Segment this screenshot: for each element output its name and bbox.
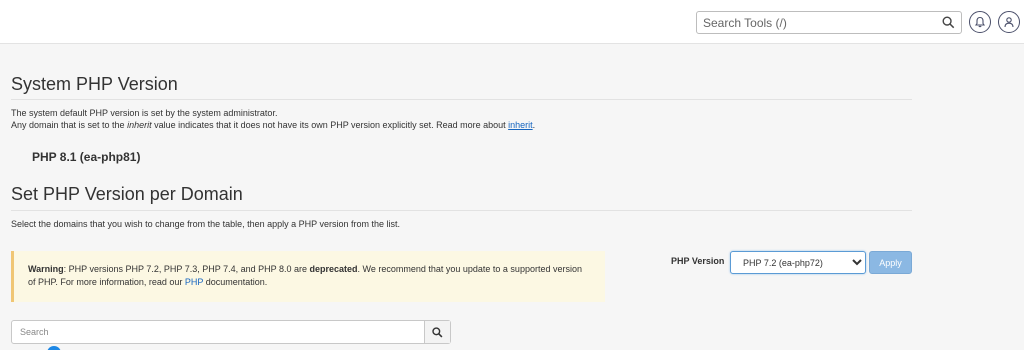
deprecated-text: deprecated bbox=[309, 264, 358, 274]
user-menu-button[interactable] bbox=[998, 11, 1020, 33]
row-checkbox[interactable] bbox=[47, 346, 61, 350]
description-line-1: The system default PHP version is set by… bbox=[11, 108, 278, 118]
divider bbox=[11, 210, 912, 211]
system-php-description: The system default PHP version is set by… bbox=[11, 107, 535, 131]
system-php-title: System PHP Version bbox=[11, 74, 178, 94]
table-search-box[interactable] bbox=[11, 320, 451, 344]
deprecation-warning: Warning: PHP versions PHP 7.2, PHP 7.3, … bbox=[11, 251, 605, 302]
search-icon bbox=[432, 326, 443, 337]
php-version-label: PHP Version bbox=[671, 256, 725, 266]
per-domain-title: Set PHP Version per Domain bbox=[11, 184, 243, 204]
user-icon bbox=[1004, 17, 1014, 28]
table-search-input[interactable] bbox=[12, 321, 422, 343]
php-docs-link[interactable]: PHP bbox=[185, 277, 203, 287]
divider bbox=[11, 99, 912, 100]
inherit-link[interactable]: inherit bbox=[508, 120, 533, 130]
search-tools-box[interactable] bbox=[696, 11, 962, 34]
php-version-select[interactable]: PHP 7.2 (ea-php72) bbox=[730, 251, 866, 274]
search-icon[interactable] bbox=[942, 16, 955, 29]
top-bar bbox=[0, 0, 1024, 44]
description-line-2: Any domain that is set to the inherit va… bbox=[11, 120, 536, 130]
per-domain-description: Select the domains that you wish to chan… bbox=[11, 219, 401, 229]
search-tools-input[interactable] bbox=[697, 12, 932, 33]
table-search-button[interactable] bbox=[424, 321, 450, 343]
notifications-button[interactable] bbox=[969, 11, 991, 33]
apply-button[interactable]: Apply bbox=[869, 251, 912, 274]
bell-icon bbox=[974, 16, 986, 28]
warning-label: Warning bbox=[28, 264, 64, 274]
current-php-version: PHP 8.1 (ea-php81) bbox=[32, 150, 141, 164]
